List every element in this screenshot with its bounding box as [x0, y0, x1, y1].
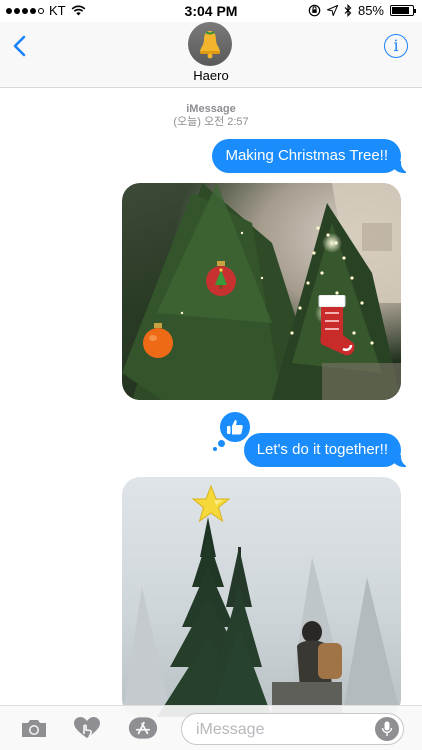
orange-ornament-sticker[interactable]: [142, 323, 174, 359]
message-bubble-sent[interactable]: Let's do it together!!: [243, 433, 412, 467]
camera-icon: [22, 720, 46, 737]
message-text: Making Christmas Tree!!: [225, 147, 388, 164]
tapback-tail-small: [213, 447, 217, 451]
app-store-icon: [128, 717, 158, 739]
digital-touch-button[interactable]: [72, 715, 102, 741]
conversation-header: Haero i: [0, 22, 422, 88]
app-store-button[interactable]: [128, 715, 158, 741]
message-text: Let's do it together!!: [256, 441, 388, 458]
message-input[interactable]: iMessage: [181, 713, 404, 745]
back-chevron-icon[interactable]: [10, 34, 32, 58]
status-right: 85%: [308, 3, 416, 18]
camera-button[interactable]: [19, 715, 49, 741]
christmas-tree-photo: [122, 183, 401, 400]
photo-message[interactable]: [122, 477, 401, 717]
bell-avatar-icon: [200, 31, 220, 59]
status-bar: KT 3:04 PM 85%: [0, 0, 422, 22]
digital-touch-heart-icon: [74, 717, 100, 738]
info-icon[interactable]: i: [384, 34, 408, 58]
location-icon: [326, 5, 338, 16]
microphone-button[interactable]: [375, 717, 399, 741]
message-bubble-sent[interactable]: Making Christmas Tree!!: [212, 139, 411, 173]
message-input-placeholder: iMessage: [196, 721, 265, 738]
thread-timestamp: (오늘) 오전 2:57: [173, 116, 249, 128]
thumbs-up-icon: [227, 420, 243, 435]
battery-icon: [390, 5, 416, 16]
tapback-tail: [218, 440, 225, 447]
battery-fill: [392, 7, 409, 14]
bluetooth-icon: [344, 4, 352, 17]
rotation-lock-icon: [308, 4, 321, 17]
compose-bar: iMessage: [0, 705, 422, 750]
contact-avatar[interactable]: [188, 22, 232, 66]
foggy-tree-photo: [122, 517, 401, 717]
photo-message[interactable]: [122, 183, 401, 400]
star-sticker[interactable]: [192, 485, 230, 523]
ornament-sticker[interactable]: [205, 261, 237, 297]
thread-service-label: iMessage (오늘) 오전 2:57: [0, 103, 422, 129]
microphone-icon: [381, 721, 393, 736]
battery-percent: 85%: [357, 3, 384, 18]
stocking-sticker[interactable]: [315, 295, 357, 359]
service-name: iMessage: [186, 103, 236, 115]
contact-name[interactable]: Haero: [0, 68, 422, 83]
